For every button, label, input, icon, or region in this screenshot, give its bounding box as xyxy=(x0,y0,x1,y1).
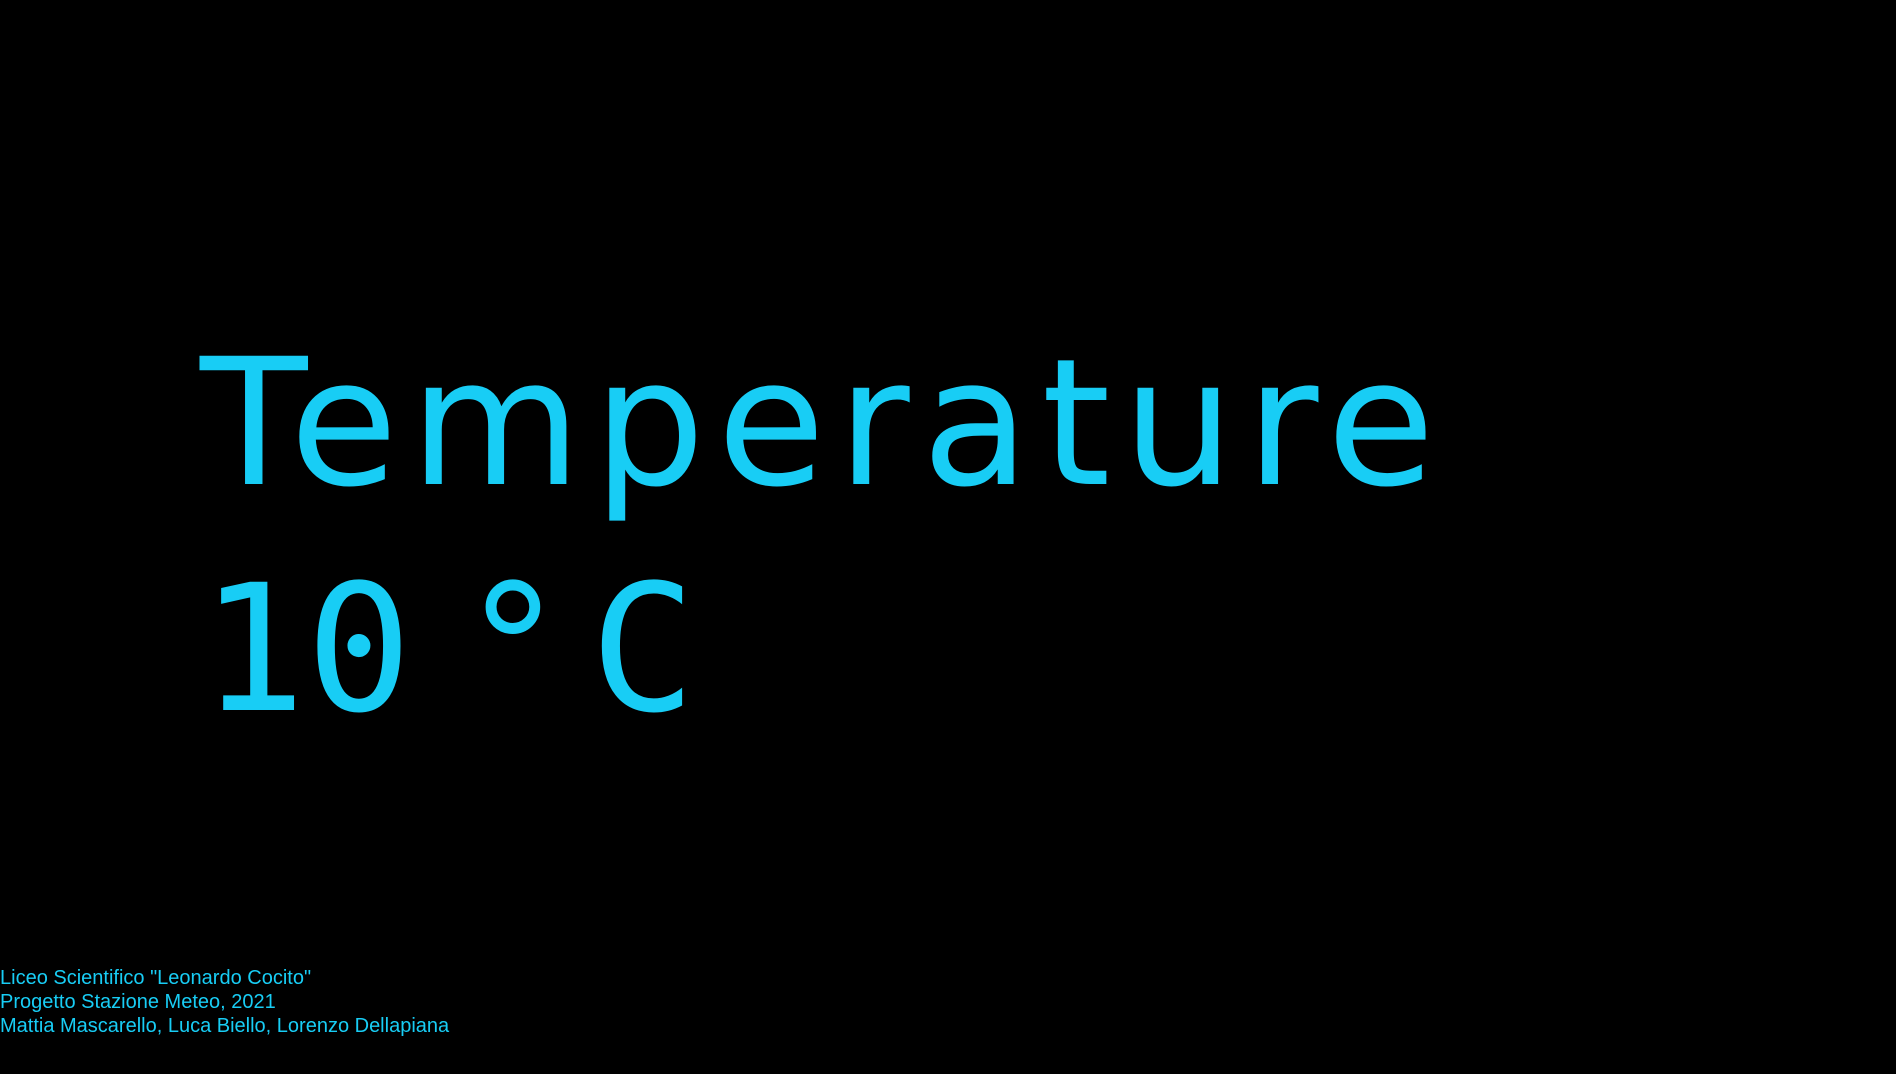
credits-authors: Mattia Mascarello, Luca Biello, Lorenzo … xyxy=(0,1015,450,1037)
credits-school: Liceo Scientifico "Leonardo Cocito" xyxy=(0,967,312,989)
credits-project: Progetto Stazione Meteo, 2021 xyxy=(0,991,276,1013)
credits-block: Liceo Scientifico "Leonardo Cocito" Prog… xyxy=(0,966,449,1038)
measurement-value: 10 xyxy=(200,547,412,752)
measurement-label: Temperature xyxy=(200,321,1447,526)
measurement-reading: 10 °C xyxy=(200,562,720,738)
measurement-unit: °C xyxy=(459,547,720,752)
